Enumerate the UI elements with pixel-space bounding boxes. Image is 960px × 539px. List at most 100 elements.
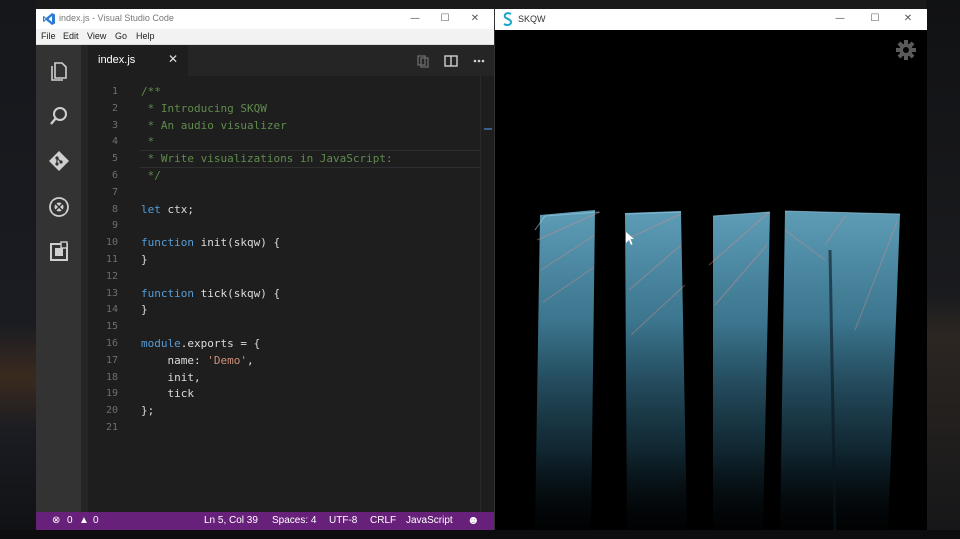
skqw-logo-icon <box>503 12 513 26</box>
search-icon[interactable] <box>48 105 70 127</box>
code-line: init, <box>141 370 201 384</box>
code-token: /** <box>141 85 161 98</box>
line-number: 5 <box>111 153 118 165</box>
language-mode[interactable]: JavaScript <box>406 515 453 526</box>
code-line: } <box>141 303 148 316</box>
encoding[interactable]: UTF-8 <box>329 515 357 526</box>
git-icon[interactable] <box>48 150 70 172</box>
errors-icon[interactable]: ⊗ <box>52 515 60 526</box>
tab-label: index.js <box>98 54 136 66</box>
activity-bar <box>36 45 81 512</box>
skqw-minimize-button[interactable]: — <box>825 9 855 29</box>
tab-close-icon[interactable]: ✕ <box>168 52 178 66</box>
code-token: ctx; <box>160 202 194 216</box>
error-count[interactable]: 0 <box>67 515 73 526</box>
code-token: , <box>246 353 254 367</box>
skqw-window-title: SKQW <box>518 14 546 24</box>
maximize-button[interactable]: ☐ <box>430 9 460 29</box>
code-token: tick <box>141 387 194 401</box>
visualizer-bar-3 <box>708 211 771 530</box>
code-line: /** <box>141 85 161 98</box>
editor-scrollbar[interactable] <box>480 76 494 512</box>
line-number: 16 <box>105 338 118 349</box>
menu-edit[interactable]: Edit <box>63 31 79 41</box>
code-token: .exports = { <box>180 337 261 350</box>
vscode-window-title: index.js - Visual Studio Code <box>59 13 174 23</box>
code-line: function init(skqw) { <box>141 236 280 249</box>
line-number: 12 <box>105 270 118 282</box>
line-number: 15 <box>105 321 118 333</box>
code-editor[interactable]: 1 /** 2 * Introducing SKQW 3 * An audio vis… <box>88 76 494 512</box>
code-token: module <box>141 337 181 350</box>
explorer-icon[interactable] <box>48 59 70 81</box>
more-actions-icon[interactable] <box>472 54 486 68</box>
end-of-line[interactable]: CRLF <box>370 515 396 526</box>
feedback-smiley-icon[interactable]: ☻ <box>467 513 480 527</box>
warnings-icon[interactable]: ▲ <box>79 515 89 526</box>
menu-view[interactable]: View <box>87 31 106 41</box>
line-number: 1 <box>111 86 118 97</box>
code-token: * Introducing SKQW <box>141 101 267 115</box>
minimize-button[interactable]: — <box>400 9 430 29</box>
line-number: 3 <box>111 119 118 131</box>
code-token: 'Demo' <box>207 353 247 367</box>
line-number: 4 <box>111 136 118 148</box>
desktop-background-bottom <box>0 530 960 539</box>
skqw-window: SKQW — ☐ ✕ <box>494 9 927 530</box>
scrollbar-position-marker <box>484 128 492 130</box>
code-token: name: <box>141 353 208 367</box>
line-number: 14 <box>105 304 118 316</box>
code-token: let <box>141 202 161 216</box>
code-token: } <box>141 303 148 317</box>
tab-index-js[interactable]: index.js ✕ <box>88 45 188 76</box>
gear-icon[interactable] <box>895 39 917 61</box>
split-editor-icon[interactable] <box>444 54 458 68</box>
extensions-icon[interactable] <box>48 241 70 263</box>
cursor-position[interactable]: Ln 5, Col 39 <box>204 515 258 526</box>
code-token: tick(skqw) { <box>193 286 281 300</box>
status-bar: ⊗ 0 ▲ 0 Ln 5, Col 39 Spaces: 4 UTF-8 CRL… <box>36 512 494 530</box>
line-number: 21 <box>105 422 118 433</box>
open-changes-icon[interactable] <box>416 54 430 68</box>
skqw-close-button[interactable]: ✕ <box>893 9 923 29</box>
line-number: 10 <box>105 237 118 249</box>
audio-visualization <box>534 210 901 530</box>
code-token: }; <box>141 404 155 418</box>
warning-count[interactable]: 0 <box>93 515 99 526</box>
sidebar-edge <box>81 45 88 512</box>
close-button[interactable]: ✕ <box>460 9 490 29</box>
code-token: * <box>141 135 155 149</box>
code-token: init, <box>141 370 201 384</box>
code-token: init(skqw) { <box>193 236 281 250</box>
visualizer-bar-2 <box>624 211 687 530</box>
menu-bar: File Edit View Go Help <box>36 29 494 45</box>
vscode-titlebar[interactable]: index.js - Visual Studio Code — ☐ ✕ <box>36 9 494 29</box>
code-line: * Introducing SKQW <box>141 102 267 115</box>
code-line: * <box>141 135 155 149</box>
code-line: * An audio visualizer <box>141 119 287 132</box>
code-line: module.exports = { <box>141 337 260 350</box>
code-line: name: 'Demo', <box>141 353 254 367</box>
code-line: * Write visualizations in JavaScript: <box>141 152 393 165</box>
debug-icon[interactable] <box>48 196 70 218</box>
visualizer-bar-4 <box>780 210 901 530</box>
skqw-titlebar[interactable]: SKQW — ☐ ✕ <box>495 9 927 30</box>
menu-file[interactable]: File <box>41 31 56 41</box>
line-number: 6 <box>111 170 118 181</box>
vscode-logo-icon <box>43 13 55 25</box>
line-number: 7 <box>111 186 118 198</box>
vscode-window: index.js - Visual Studio Code — ☐ ✕ File… <box>36 9 494 530</box>
tab-bar: index.js ✕ <box>88 45 494 76</box>
indentation[interactable]: Spaces: 4 <box>272 515 316 526</box>
skqw-maximize-button[interactable]: ☐ <box>860 9 890 29</box>
menu-go[interactable]: Go <box>115 31 127 41</box>
code-token: * Write visualizations in JavaScript: <box>141 152 393 166</box>
code-token: * An audio visualizer <box>141 118 287 132</box>
desktop-background-left <box>0 0 36 539</box>
menu-help[interactable]: Help <box>136 31 155 41</box>
line-number: 20 <box>105 405 118 417</box>
code-token: function <box>141 236 194 250</box>
code-line: function tick(skqw) { <box>141 287 280 300</box>
code-line: tick <box>141 387 194 400</box>
code-line: */ <box>141 169 161 182</box>
